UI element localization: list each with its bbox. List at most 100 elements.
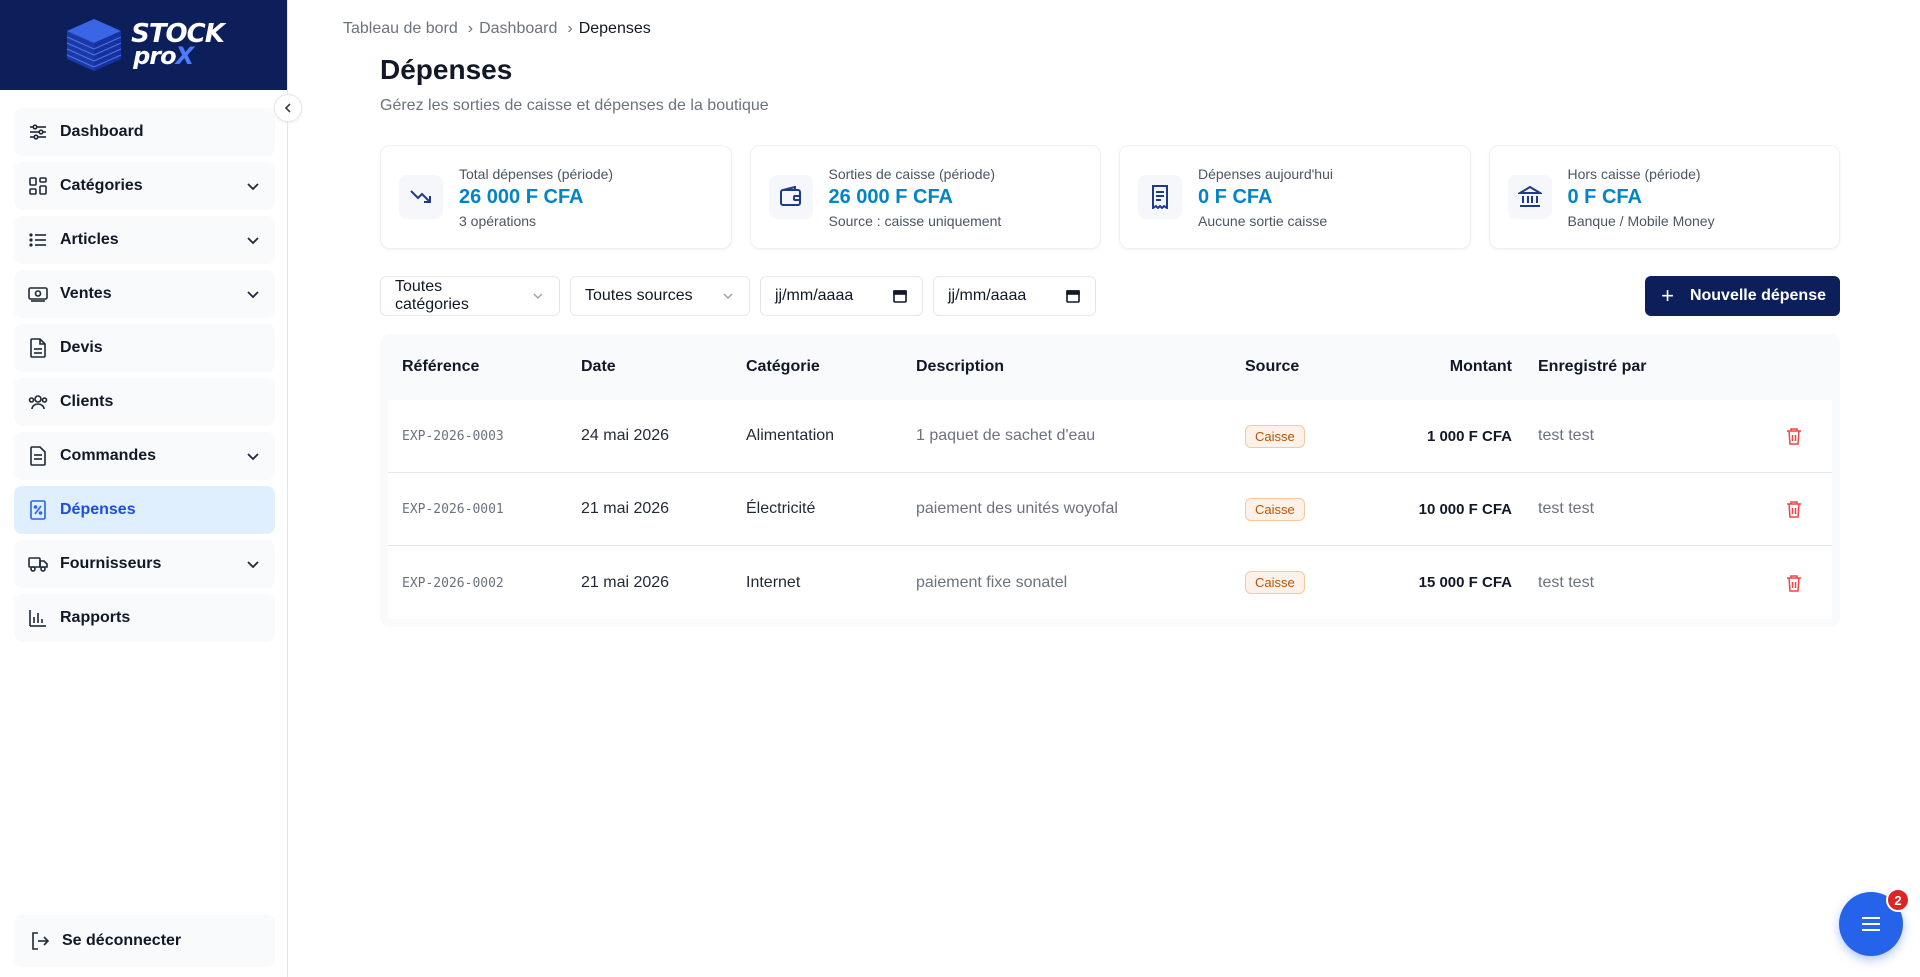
breadcrumb-item-home[interactable]: Tableau de bord — [343, 20, 458, 38]
stat-value: 26 000 F CFA — [828, 185, 954, 208]
expenses-table: Référence Date Catégorie Description Sou… — [380, 334, 1840, 627]
brand-line2: proX — [133, 41, 194, 70]
source-badge: Caisse — [1245, 497, 1305, 521]
new-expense-label: Nouvelle dépense — [1689, 287, 1826, 304]
category-select[interactable]: Toutes catégories — [380, 276, 560, 316]
date-from-input[interactable]: jj/mm/aaaa — [760, 276, 923, 316]
sidebar-item-fournisseurs[interactable]: Fournisseurs — [14, 540, 275, 588]
logout-icon — [32, 932, 50, 950]
sidebar-item-commandes[interactable]: Commandes — [14, 432, 275, 480]
breadcrumb: Tableau de bord › Dashboard › Depenses — [343, 20, 651, 38]
document-icon — [28, 338, 48, 358]
expense-description: 1 paquet de sachet d'eau — [916, 427, 1096, 444]
truck-icon — [28, 554, 48, 574]
trending-down-icon — [399, 175, 443, 219]
column-header: Date — [581, 358, 616, 375]
stat-label: Sorties de caisse (période) — [828, 165, 996, 182]
column-header: Référence — [402, 358, 480, 375]
sidebar: STOCK proX Dashboard Catégories Articles — [0, 0, 288, 977]
table-row: EXP-2026-0003 24 mai 2026 Alimentation 1… — [388, 400, 1832, 473]
chevron-down-icon — [247, 237, 259, 245]
stat-label: Total dépenses (période) — [459, 165, 614, 182]
category-select-value: Toutes catégories — [395, 278, 469, 313]
trash-icon[interactable] — [1786, 427, 1802, 445]
cash-icon — [28, 284, 48, 304]
plus-icon: + — [1661, 283, 1674, 308]
notification-badge: 2 — [1886, 888, 1910, 912]
date-to-input[interactable]: jj/mm/aaaa — [933, 276, 1096, 316]
chevron-right-icon: › — [467, 20, 474, 37]
stat-note: 3 opérations — [459, 212, 537, 229]
chevron-right-icon: › — [567, 20, 573, 37]
new-expense-button[interactable]: + Nouvelle dépense — [1645, 276, 1840, 316]
logo-area: STOCK proX — [0, 0, 287, 90]
expense-amount: 1 000 F CFA — [1426, 427, 1512, 445]
sidebar-item-label: Ventes — [60, 285, 112, 302]
source-select[interactable]: Toutes sources — [570, 276, 750, 316]
sidebar-item-label: Devis — [60, 339, 103, 356]
logout-button[interactable]: Se déconnecter — [14, 915, 275, 967]
chevron-down-icon — [247, 183, 259, 191]
expense-recorded-by: test test — [1538, 427, 1595, 444]
stat-card-total: Total dépenses (période) 26 000 F CFA 3 … — [380, 145, 732, 249]
expense-reference: EXP-2026-0002 — [402, 575, 504, 591]
stat-label: Hors caisse (période) — [1567, 165, 1701, 182]
sidebar-item-rapports[interactable]: Rapports — [14, 594, 275, 642]
calendar-icon — [1066, 290, 1080, 303]
sidebar-item-label: Rapports — [60, 609, 131, 626]
brand-logo[interactable]: STOCK proX — [63, 17, 225, 73]
chevron-down-icon — [247, 561, 259, 569]
sidebar-item-categories[interactable]: Catégories — [14, 162, 275, 210]
table-row: EXP-2026-0001 21 mai 2026 Électricité pa… — [388, 473, 1832, 546]
sidebar-item-dashboard[interactable]: Dashboard — [14, 108, 275, 156]
expense-reference: EXP-2026-0003 — [402, 429, 504, 444]
stat-note: Source : caisse uniquement — [828, 212, 1002, 229]
users-icon — [28, 392, 48, 412]
date-to-value: jj/mm/aaaa — [948, 287, 1027, 304]
list-icon — [28, 230, 48, 250]
expense-recorded-by: test test — [1538, 573, 1595, 591]
sidebar-item-label: Articles — [60, 231, 119, 248]
sidebar-item-label: Dépenses — [60, 501, 136, 518]
sidebar-item-label: Catégories — [60, 177, 143, 194]
chevron-down-icon — [247, 453, 259, 461]
stat-label: Dépenses aujourd'hui — [1198, 165, 1333, 182]
stat-value: 0 F CFA — [1198, 185, 1273, 208]
sidebar-collapse-button[interactable] — [274, 94, 302, 122]
sidebar-item-ventes[interactable]: Ventes — [14, 270, 275, 318]
column-header: Catégorie — [746, 358, 820, 375]
table-row: EXP-2026-0002 21 mai 2026 Internet paiem… — [388, 546, 1832, 619]
sliders-icon — [28, 122, 48, 142]
sidebar-item-depenses[interactable]: Dépenses — [14, 486, 275, 534]
stat-value: 26 000 F CFA — [459, 185, 584, 208]
trash-icon[interactable] — [1786, 500, 1802, 518]
column-header: Source — [1245, 358, 1300, 375]
expense-reference: EXP-2026-0001 — [402, 502, 504, 517]
receipt-icon — [28, 500, 48, 520]
sidebar-item-clients[interactable]: Clients — [14, 378, 275, 426]
expense-description: paiement des unités woyofal — [916, 500, 1118, 517]
source-badge: Caisse — [1245, 424, 1305, 448]
menu-icon — [1862, 917, 1880, 931]
expense-description: paiement fixe sonatel — [916, 573, 1068, 591]
sidebar-item-devis[interactable]: Devis — [14, 324, 275, 372]
breadcrumb-item-dashboard[interactable]: Dashboard — [479, 20, 557, 38]
cube-logo-icon — [66, 19, 122, 71]
expense-category: Internet — [746, 573, 801, 591]
bank-icon — [1507, 175, 1552, 219]
sidebar-item-label: Commandes — [60, 447, 157, 464]
bar-chart-icon — [28, 608, 48, 628]
date-from-value: jj/mm/aaaa — [775, 287, 854, 304]
column-header: Description — [916, 358, 1005, 375]
expense-category: Alimentation — [746, 427, 835, 444]
breadcrumb-item-current: Depenses — [578, 20, 651, 37]
trash-icon[interactable] — [1786, 574, 1802, 592]
page-title: Dépenses — [380, 54, 513, 85]
stat-card-caisse: Sorties de caisse (période) 26 000 F CFA… — [749, 145, 1101, 249]
expense-date: 24 mai 2026 — [581, 427, 670, 444]
sidebar-item-articles[interactable]: Articles — [14, 216, 275, 264]
filters-bar: Toutes catégories Toutes sources jj/mm/a… — [380, 276, 1840, 316]
stat-note: Aucune sortie caisse — [1198, 212, 1328, 229]
chevron-down-icon — [247, 291, 259, 299]
stat-card-hors-caisse: Hors caisse (période) 0 F CFA Banque / M… — [1488, 145, 1840, 249]
